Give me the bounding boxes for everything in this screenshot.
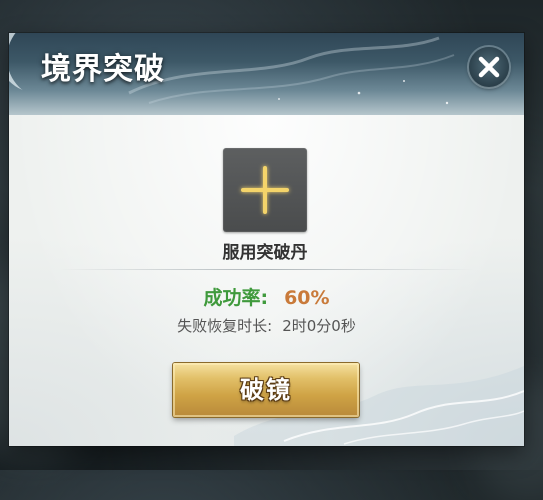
close-icon bbox=[478, 56, 500, 78]
close-button[interactable] bbox=[469, 47, 509, 87]
success-rate-row: 成功率: 60% bbox=[9, 283, 524, 310]
dialog-title: 境界突破 bbox=[41, 52, 165, 87]
plus-icon bbox=[241, 166, 289, 214]
breakthrough-dialog: 境界突破 服用突破丹 成功率: 60% 失败恢复时长: 2时0分0秒 破镜 bbox=[9, 33, 524, 446]
recovery-time-row: 失败恢复时长: 2时0分0秒 bbox=[9, 315, 524, 336]
breakthrough-pill-slot[interactable] bbox=[223, 148, 307, 232]
dialog-header: 境界突破 bbox=[9, 33, 524, 115]
success-rate-value: 60% bbox=[284, 287, 330, 309]
breakthrough-button-label: 破镜 bbox=[240, 375, 292, 404]
success-rate-label: 成功率: bbox=[203, 287, 269, 309]
breakthrough-button[interactable]: 破镜 bbox=[173, 363, 359, 417]
recovery-time-value: 2时0分0秒 bbox=[282, 317, 356, 335]
slot-label: 服用突破丹 bbox=[222, 243, 308, 263]
divider bbox=[59, 269, 474, 270]
recovery-time-label: 失败恢复时长: bbox=[177, 317, 273, 335]
